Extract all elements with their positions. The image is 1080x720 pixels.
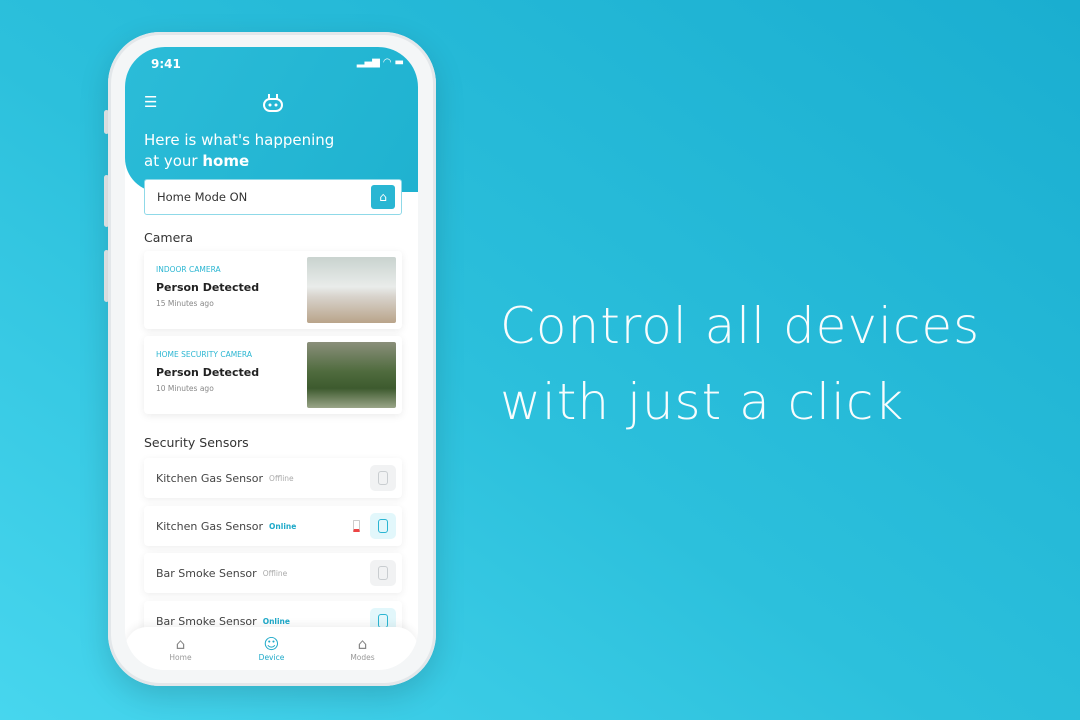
tagline: Control all devices with just a click bbox=[500, 288, 980, 440]
robot-icon: ☺ bbox=[263, 634, 280, 653]
greeting-line2: at your home bbox=[144, 151, 334, 172]
greeting: Here is what's happening at your home bbox=[144, 130, 334, 172]
section-title-camera: Camera bbox=[144, 230, 194, 245]
greeting-bold: home bbox=[202, 152, 250, 170]
gas-sensor-icon bbox=[370, 465, 396, 491]
tagline-line1: Control all devices bbox=[500, 297, 981, 355]
home-icon: ⌂ bbox=[175, 634, 186, 653]
signal-icon: ▂▄▆ bbox=[356, 57, 380, 68]
home-icon[interactable]: ⌂ bbox=[371, 185, 395, 209]
sensor-name: Kitchen Gas Sensor bbox=[156, 471, 264, 485]
wifi-icon: ◠ bbox=[383, 57, 392, 68]
home-mode-label: Home Mode ON bbox=[157, 190, 248, 204]
camera-event: Person Detected bbox=[156, 366, 260, 379]
camera-event: Person Detected bbox=[156, 281, 260, 294]
nav-modes[interactable]: ⌂ Modes bbox=[328, 627, 398, 670]
nav-device[interactable]: ☺ Device bbox=[237, 627, 307, 670]
camera-thumbnail bbox=[307, 257, 396, 323]
clock: 9:41 bbox=[151, 57, 181, 71]
sensor-row[interactable]: Bar Smoke Sensor Offline bbox=[144, 553, 402, 593]
bottom-nav: ⌂ Home ☺ Device ⌂ Modes bbox=[125, 627, 418, 670]
home-mode-bar[interactable]: Home Mode ON ⌂ bbox=[144, 179, 402, 215]
camera-type: INDOOR CAMERA bbox=[156, 265, 221, 274]
camera-time: 15 Minutes ago bbox=[156, 299, 214, 308]
camera-card[interactable]: HOME SECURITY CAMERA Person Detected 10 … bbox=[144, 336, 402, 414]
tagline-line2: with just a click bbox=[500, 373, 905, 431]
nav-label: Home bbox=[169, 652, 192, 662]
greeting-line1: Here is what's happening bbox=[144, 131, 335, 149]
status-icons: ▂▄▆ ◠ ▬ bbox=[357, 57, 404, 71]
sensor-status: Online bbox=[262, 616, 290, 626]
sensor-name: Bar Smoke Sensor bbox=[156, 614, 257, 628]
robot-icon bbox=[263, 94, 283, 112]
greeting-prefix: at your bbox=[144, 152, 203, 170]
modes-icon: ⌂ bbox=[357, 634, 368, 653]
header: 9:41 ▂▄▆ ◠ ▬ ☰ Here is what's happening a… bbox=[125, 47, 418, 192]
sensor-status: Offline bbox=[262, 568, 288, 578]
nav-label: Modes bbox=[350, 652, 375, 662]
camera-time: 10 Minutes ago bbox=[156, 384, 214, 393]
camera-thumbnail bbox=[307, 342, 396, 408]
phone-screen: 9:41 ▂▄▆ ◠ ▬ ☰ Here is what's happening a… bbox=[125, 47, 418, 670]
section-title-sensors: Security Sensors bbox=[144, 435, 249, 450]
nav-home[interactable]: ⌂ Home bbox=[146, 627, 216, 670]
sensor-name: Kitchen Gas Sensor bbox=[156, 519, 264, 533]
nav-label: Device bbox=[258, 652, 285, 662]
sensor-row[interactable]: Kitchen Gas Sensor Online bbox=[144, 506, 402, 546]
status-bar: 9:41 ▂▄▆ ◠ ▬ bbox=[151, 57, 404, 71]
camera-card[interactable]: INDOOR CAMERA Person Detected 15 Minutes… bbox=[144, 251, 402, 329]
low-battery-icon bbox=[353, 520, 360, 532]
sensor-status: Online bbox=[269, 521, 297, 531]
menu-icon[interactable]: ☰ bbox=[144, 93, 157, 111]
sensor-status: Offline bbox=[269, 473, 294, 483]
sensor-name: Bar Smoke Sensor bbox=[156, 566, 257, 580]
camera-type: HOME SECURITY CAMERA bbox=[156, 350, 252, 359]
battery-icon: ▬ bbox=[394, 57, 404, 68]
sensor-row[interactable]: Kitchen Gas Sensor Offline bbox=[144, 458, 402, 498]
smoke-sensor-icon bbox=[370, 560, 396, 586]
gas-sensor-icon bbox=[370, 513, 396, 539]
